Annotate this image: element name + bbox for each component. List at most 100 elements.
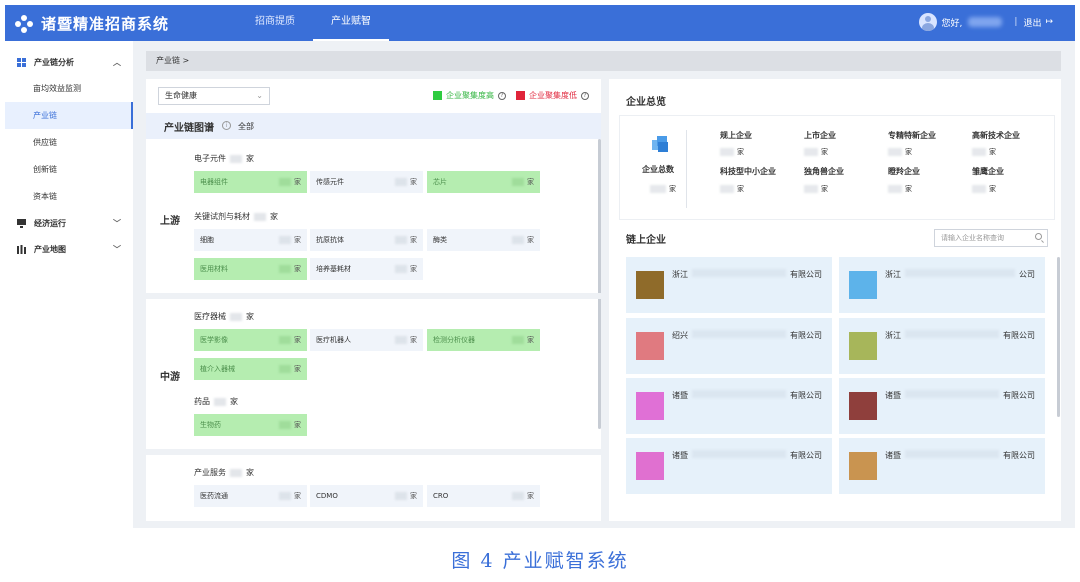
category-devices[interactable]: 医疗器械 家 bbox=[194, 311, 254, 322]
node-box[interactable]: 生物药 家 bbox=[194, 414, 307, 436]
node-box[interactable]: 传感元件 家 bbox=[310, 171, 423, 193]
help-icon[interactable]: ? bbox=[581, 91, 589, 100]
industry-select[interactable]: 生命健康 ⌄ bbox=[158, 87, 270, 105]
company-card[interactable]: 绍兴 有限公司 bbox=[626, 318, 832, 374]
enterprise-search-input[interactable]: 请输入企业名称查询 bbox=[934, 229, 1048, 247]
node-box[interactable]: CDMO 家 bbox=[310, 485, 423, 507]
category-reagents[interactable]: 关键试剂与耗材 家 bbox=[194, 211, 278, 222]
node-box[interactable]: 培养基耗材 家 bbox=[310, 258, 423, 280]
figure-caption: 图 4 产业赋智系统 bbox=[451, 550, 629, 572]
legend: 企业聚集度高 ? 企业聚集度低 ? bbox=[433, 90, 589, 101]
section-divider bbox=[146, 293, 601, 299]
sidebar-item-chain[interactable]: 产业链 bbox=[5, 102, 133, 129]
company-suffix: 有限公司 bbox=[1003, 391, 1035, 400]
company-suffix: 有限公司 bbox=[790, 451, 822, 460]
stat-label[interactable]: 雏鹰企业 bbox=[972, 166, 1004, 177]
company-card[interactable]: 诸暨 有限公司 bbox=[626, 438, 832, 494]
sidebar-item-supply[interactable]: 供应链 bbox=[5, 129, 133, 156]
bars-icon bbox=[17, 244, 26, 254]
company-suffix: 有限公司 bbox=[790, 331, 822, 340]
node-box[interactable]: 酶类 家 bbox=[427, 229, 540, 251]
node-box[interactable]: 细胞 家 bbox=[194, 229, 307, 251]
logout-link[interactable]: 退出 bbox=[1023, 16, 1041, 29]
node-box[interactable]: 植介入器械 家 bbox=[194, 358, 307, 380]
company-city: 诸暨 bbox=[672, 391, 688, 400]
category-services[interactable]: 产业服务 家 bbox=[194, 467, 254, 478]
category-label: 医疗器械 bbox=[194, 312, 226, 321]
node-box[interactable]: 电器组件 家 bbox=[194, 171, 307, 193]
nav-tab-recruit[interactable]: 招商提质 bbox=[237, 5, 313, 41]
unit-label: 家 bbox=[294, 365, 301, 373]
total-label: 企业总数 bbox=[642, 165, 674, 174]
company-card[interactable]: 诸暨 有限公司 bbox=[626, 378, 832, 434]
top-nav: 招商提质 产业赋智 bbox=[237, 5, 389, 41]
sidebar: 产业链分析 ︿ 亩均效益监测 产业链 供应链 创新链 资本链 经济运行 ﹀ 产业… bbox=[5, 41, 133, 528]
stat-label[interactable]: 专精特新企业 bbox=[888, 130, 936, 141]
company-suffix: 有限公司 bbox=[1003, 331, 1035, 340]
help-icon[interactable]: ? bbox=[498, 91, 506, 100]
node-label: 酶类 bbox=[433, 236, 447, 244]
unit-label: 家 bbox=[410, 336, 417, 344]
avatar[interactable] bbox=[918, 13, 937, 31]
node-box[interactable]: 检测分析仪器 家 bbox=[427, 329, 540, 351]
node-box[interactable]: 医用材料 家 bbox=[194, 258, 307, 280]
unit-label: 家 bbox=[294, 421, 301, 429]
node-label: 医药流通 bbox=[200, 492, 228, 500]
stat-label[interactable]: 独角兽企业 bbox=[804, 166, 844, 177]
chevron-up-icon: ︿ bbox=[113, 58, 121, 67]
node-label: 电器组件 bbox=[200, 178, 228, 186]
logout-icon[interactable]: ↦ bbox=[1045, 17, 1053, 27]
node-box[interactable]: 芯片 家 bbox=[427, 171, 540, 193]
node-box[interactable]: 医学影像 家 bbox=[194, 329, 307, 351]
company-city: 浙江 bbox=[672, 270, 688, 279]
stat-label[interactable]: 高新技术企业 bbox=[972, 130, 1020, 141]
scrollbar[interactable] bbox=[1057, 257, 1060, 417]
stat-label[interactable]: 规上企业 bbox=[720, 130, 752, 141]
monitor-icon bbox=[17, 218, 26, 228]
unit-label: 家 bbox=[527, 236, 534, 244]
category-drugs[interactable]: 药品 家 bbox=[194, 396, 238, 407]
nav-tab-industry[interactable]: 产业赋智 bbox=[313, 5, 389, 41]
sidebar-item-innovation[interactable]: 创新链 bbox=[5, 156, 133, 183]
search-icon[interactable] bbox=[1035, 233, 1042, 240]
company-card[interactable]: 诸暨 有限公司 bbox=[839, 378, 1045, 434]
sidebar-group-label: 经济运行 bbox=[34, 218, 66, 228]
app-window: 诸暨精准招商系统 招商提质 产业赋智 您好, | 退出 ↦ 产业链分析 ︿ 亩均… bbox=[5, 5, 1075, 528]
unit-label: 家 bbox=[527, 336, 534, 344]
app-logo[interactable]: 诸暨精准招商系统 bbox=[15, 13, 169, 34]
sidebar-group-chain[interactable]: 产业链分析 ︿ bbox=[5, 49, 133, 75]
chain-enterprise-title: 链上企业 bbox=[626, 235, 666, 246]
sidebar-item-capital[interactable]: 资本链 bbox=[5, 183, 133, 210]
sidebar-group-economy[interactable]: 经济运行 ﹀ bbox=[5, 210, 133, 236]
sidebar-item-mujun[interactable]: 亩均效益监测 bbox=[5, 75, 133, 102]
company-card[interactable]: 浙江 有限公司 bbox=[839, 318, 1045, 374]
sidebar-group-label: 产业地图 bbox=[34, 244, 66, 254]
filter-all-link[interactable]: 全部 bbox=[238, 121, 254, 132]
separator: | bbox=[1014, 17, 1018, 27]
node-label: 抗原抗体 bbox=[316, 236, 344, 244]
node-box[interactable]: CRO 家 bbox=[427, 485, 540, 507]
company-city: 诸暨 bbox=[885, 451, 901, 460]
company-card[interactable]: 诸暨 有限公司 bbox=[839, 438, 1045, 494]
node-box[interactable]: 抗原抗体 家 bbox=[310, 229, 423, 251]
legend-high-label: 企业聚集度高 bbox=[446, 91, 494, 100]
node-box[interactable]: 医疗机器人 家 bbox=[310, 329, 423, 351]
breadcrumb[interactable]: 产业链 > bbox=[146, 51, 1061, 71]
scrollbar[interactable] bbox=[598, 139, 601, 429]
info-icon[interactable]: i bbox=[222, 121, 231, 130]
sidebar-group-map[interactable]: 产业地图 ﹀ bbox=[5, 236, 133, 262]
stat-value: 家 bbox=[972, 184, 996, 194]
stat-label[interactable]: 瞪羚企业 bbox=[888, 166, 920, 177]
company-city: 浙江 bbox=[885, 270, 901, 279]
company-card[interactable]: 浙江 有限公司 bbox=[626, 257, 832, 313]
stat-label[interactable]: 科技型中小企业 bbox=[720, 166, 776, 177]
category-electronics[interactable]: 电子元件 家 bbox=[194, 153, 254, 164]
unit-label: 家 bbox=[246, 154, 254, 163]
node-label: 医用材料 bbox=[200, 265, 228, 273]
node-label: 生物药 bbox=[200, 421, 221, 429]
company-card[interactable]: 浙江 公司 bbox=[839, 257, 1045, 313]
overview-title: 企业总览 bbox=[626, 97, 666, 108]
divider bbox=[686, 130, 687, 208]
stat-label[interactable]: 上市企业 bbox=[804, 130, 836, 141]
node-box[interactable]: 医药流通 家 bbox=[194, 485, 307, 507]
